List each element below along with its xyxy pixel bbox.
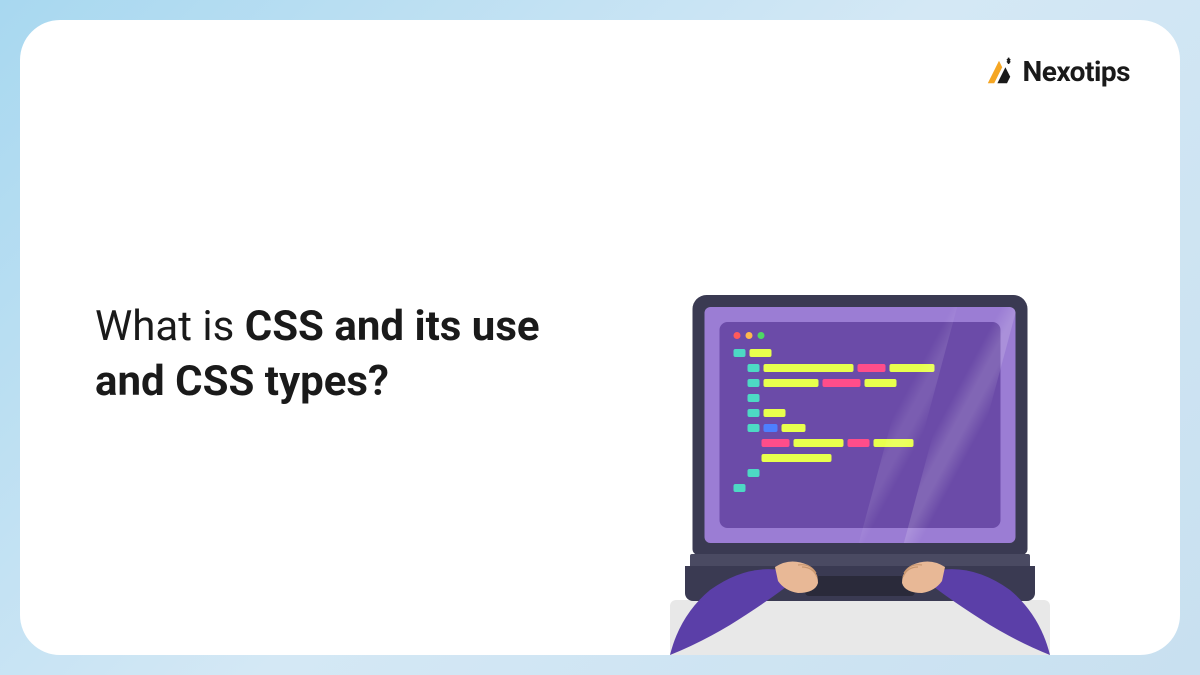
left-arm-illustration bbox=[670, 515, 840, 655]
logo-text: Nexotips bbox=[1023, 55, 1131, 88]
brand-logo: Nexotips bbox=[983, 55, 1131, 88]
page-title: What is CSS and its use and CSS types? bbox=[95, 300, 595, 409]
laptop-illustration bbox=[640, 235, 1080, 655]
close-dot-icon bbox=[734, 332, 741, 339]
laptop-screen bbox=[705, 307, 1016, 543]
headline-normal: What is bbox=[95, 302, 245, 351]
content-card: Nexotips What is CSS and its use and CSS… bbox=[20, 20, 1180, 655]
minimize-dot-icon bbox=[746, 332, 753, 339]
maximize-dot-icon bbox=[758, 332, 765, 339]
logo-icon bbox=[983, 56, 1015, 88]
right-arm-illustration bbox=[880, 515, 1050, 655]
code-line bbox=[734, 349, 987, 357]
code-line bbox=[734, 364, 987, 372]
